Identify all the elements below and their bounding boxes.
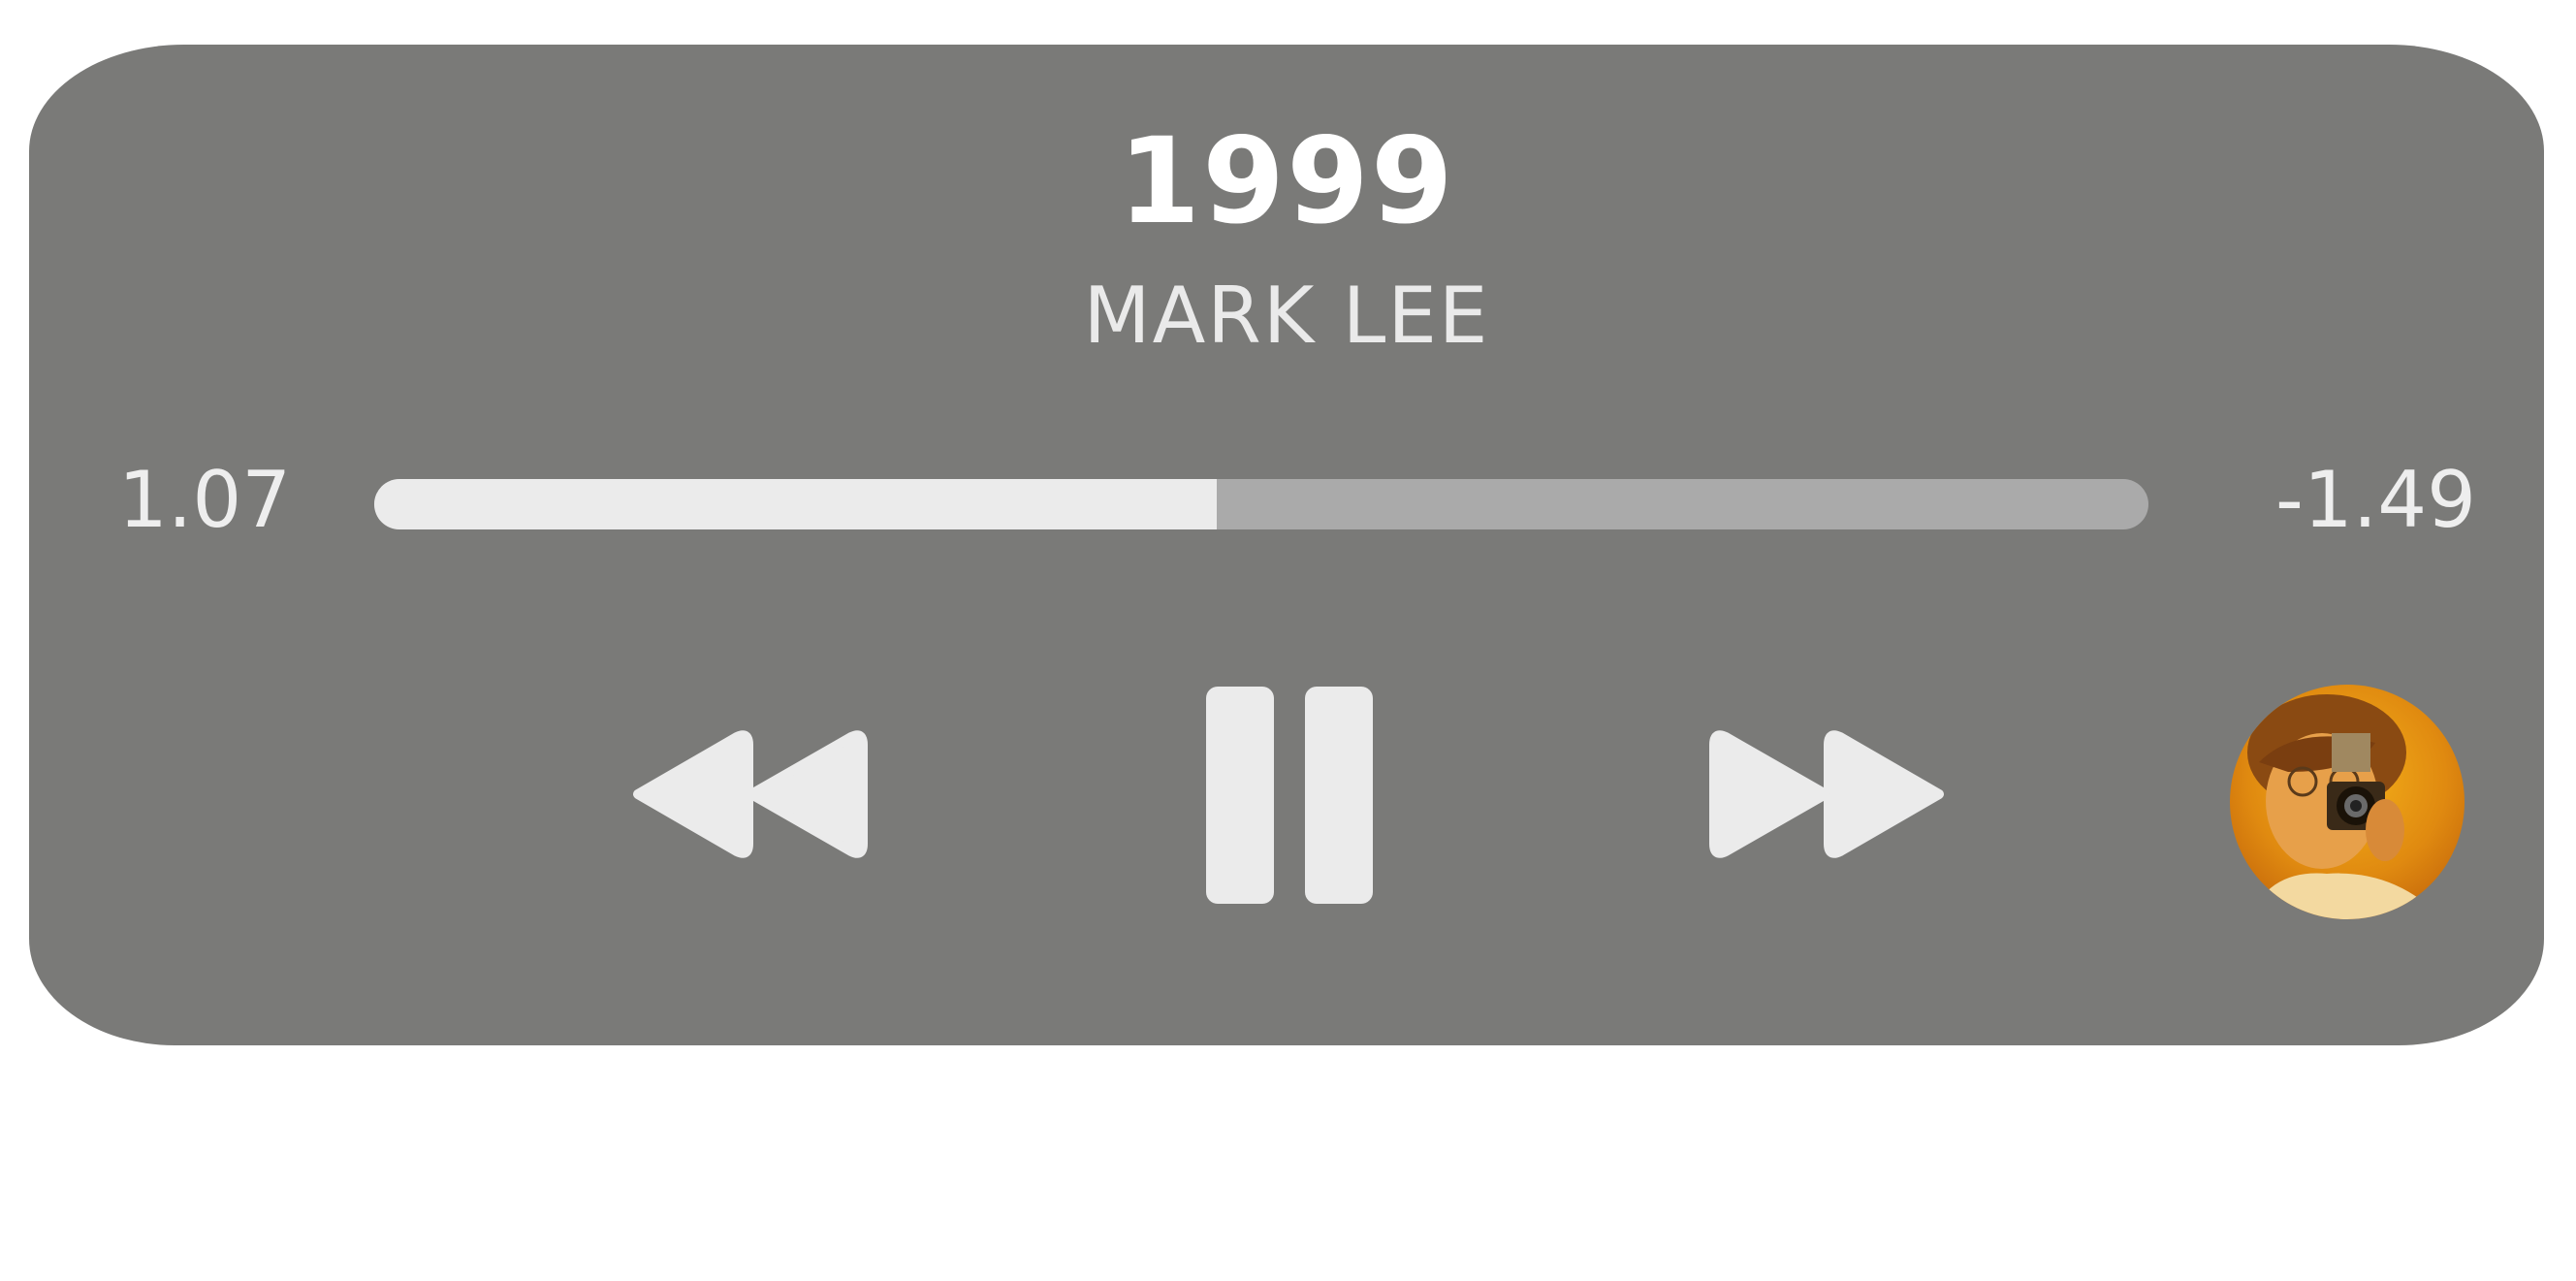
progress-bar[interactable] <box>374 479 2148 529</box>
album-art-image <box>2230 685 2465 919</box>
music-player: 1999 MARK LEE 1.07 -1.49 <box>29 45 2544 1045</box>
album-art-avatar[interactable] <box>2230 685 2465 919</box>
fast-forward-icon <box>1709 730 1944 858</box>
rewind-button[interactable] <box>630 721 873 867</box>
progress-fill <box>374 479 1218 529</box>
remaining-time: -1.49 <box>2275 455 2476 545</box>
rewind-icon <box>633 730 868 858</box>
elapsed-time: 1.07 <box>118 455 292 545</box>
pause-button[interactable] <box>1204 685 1375 906</box>
pause-icon <box>1206 687 1373 904</box>
artist-name: MARK LEE <box>1083 271 1490 361</box>
fast-forward-button[interactable] <box>1704 721 1947 867</box>
track-title: 1999 <box>1118 112 1455 250</box>
